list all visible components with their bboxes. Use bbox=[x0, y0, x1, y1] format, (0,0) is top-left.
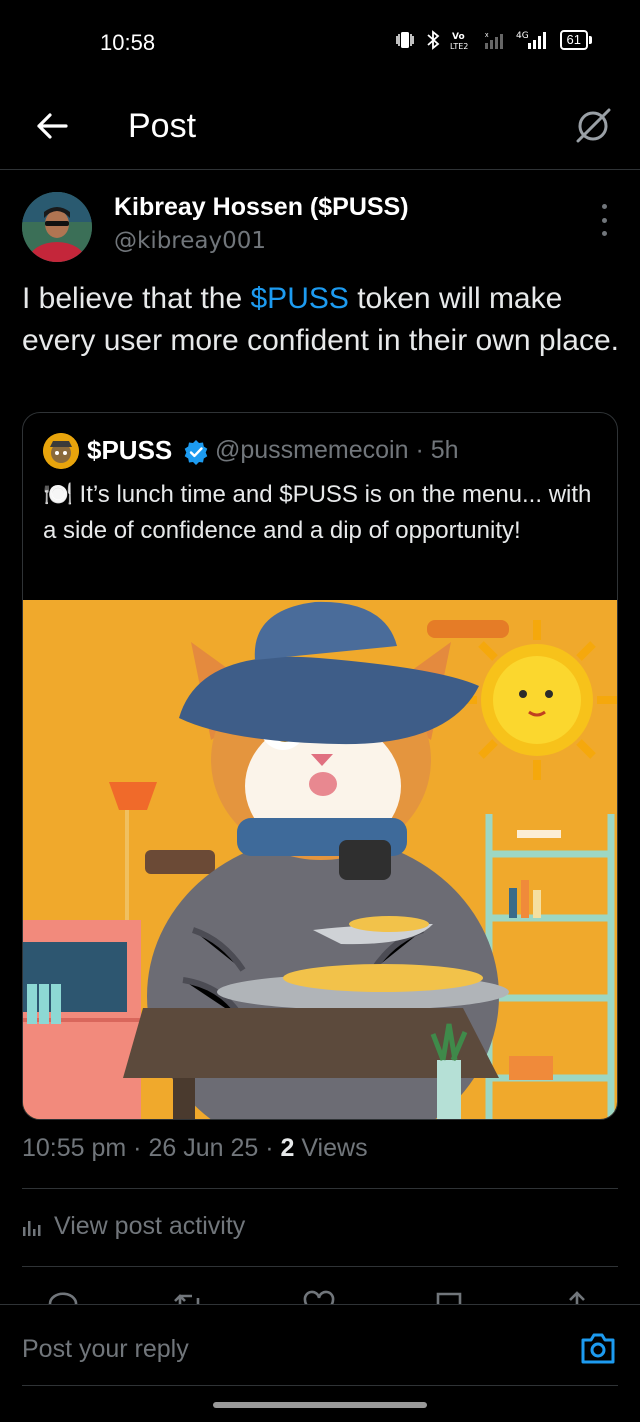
status-icons: Vo LTE2 x 4G 61 bbox=[394, 30, 592, 50]
page-title: Post bbox=[128, 107, 197, 145]
back-arrow-icon bbox=[37, 113, 68, 139]
repost-icon bbox=[174, 1294, 200, 1304]
timestamp-text: 10:55 pm · 26 Jun 25 · bbox=[22, 1134, 281, 1162]
more-options-button[interactable] bbox=[594, 204, 614, 236]
post-text: I believe that the $PUSS token will make… bbox=[22, 278, 622, 362]
bluetooth-icon bbox=[426, 30, 440, 50]
camera-button[interactable] bbox=[580, 1331, 616, 1365]
author-avatar-image bbox=[22, 192, 92, 262]
status-time: 10:58 bbox=[100, 30, 156, 55]
verified-badge-icon bbox=[183, 439, 209, 465]
grok-button[interactable] bbox=[568, 100, 618, 150]
views-count: 2 bbox=[280, 1134, 295, 1162]
share-button[interactable] bbox=[560, 1290, 594, 1304]
bookmark-icon bbox=[436, 1292, 462, 1304]
divider bbox=[22, 1188, 618, 1189]
post-actions bbox=[0, 1290, 640, 1304]
divider bbox=[22, 1266, 618, 1267]
quoted-avatar bbox=[43, 433, 79, 469]
divider bbox=[22, 1385, 618, 1386]
svg-text:x: x bbox=[485, 32, 489, 39]
more-dot-icon bbox=[601, 231, 607, 236]
author-handle[interactable]: @kibreay001 bbox=[114, 228, 266, 254]
view-post-activity-button[interactable]: View post activity bbox=[22, 1212, 245, 1241]
more-dot-icon bbox=[601, 204, 607, 209]
quoted-handle-time: @pussmemecoin · 5h bbox=[215, 436, 459, 464]
battery-level: 61 bbox=[559, 30, 588, 50]
avatar[interactable] bbox=[22, 192, 92, 262]
quoted-text: 🍽️ It’s lunch time and $PUSS is on the m… bbox=[43, 481, 592, 544]
cashtag-link[interactable]: $PUSS bbox=[251, 282, 349, 315]
signal-4g-icon: 4G bbox=[516, 30, 550, 50]
post-timestamp: 10:55 pm · 26 Jun 25 · 2 Views bbox=[22, 1134, 368, 1163]
reply-icon bbox=[48, 1292, 78, 1304]
view-post-activity-label: View post activity bbox=[54, 1212, 246, 1240]
back-button[interactable] bbox=[30, 104, 74, 148]
svg-text:LTE2: LTE2 bbox=[450, 42, 468, 50]
grok-icon bbox=[576, 108, 611, 143]
volte-icon: Vo LTE2 bbox=[450, 30, 474, 50]
quoted-post[interactable]: $PUSS @pussmemecoin · 5h 🍽️ It’s lunch t… bbox=[22, 412, 618, 1120]
like-button[interactable] bbox=[302, 1290, 336, 1304]
analytics-icon bbox=[23, 1220, 41, 1236]
top-app-bar: Post bbox=[0, 86, 640, 170]
camera-icon bbox=[581, 1333, 615, 1364]
vibrate-icon bbox=[394, 31, 416, 49]
reply-bar: Post your reply bbox=[0, 1304, 640, 1390]
reply-button[interactable] bbox=[46, 1290, 80, 1304]
post-text-before: I believe that the bbox=[22, 282, 251, 315]
cat-illustration bbox=[23, 600, 617, 1119]
puss-logo-icon bbox=[43, 433, 79, 469]
quoted-author-name: $PUSS bbox=[87, 435, 173, 465]
share-icon bbox=[569, 1291, 585, 1304]
sun-icon bbox=[457, 620, 617, 780]
home-indicator[interactable] bbox=[213, 1402, 427, 1408]
svg-text:4G: 4G bbox=[516, 31, 529, 41]
battery-icon: 61 bbox=[559, 30, 592, 50]
more-dot-icon bbox=[601, 217, 607, 223]
reply-input[interactable]: Post your reply bbox=[22, 1335, 189, 1364]
heart-icon bbox=[303, 1290, 335, 1304]
status-bar: 10:58 Vo LTE2 x 4G 61 bbox=[0, 0, 640, 86]
bookmark-button[interactable] bbox=[432, 1290, 466, 1304]
quoted-media-image[interactable] bbox=[23, 600, 617, 1119]
repost-button[interactable] bbox=[172, 1290, 206, 1304]
author-name[interactable]: Kibreay Hossen ($PUSS) bbox=[114, 193, 409, 222]
signal-icon: x bbox=[484, 31, 506, 49]
svg-text:Vo: Vo bbox=[452, 32, 465, 42]
views-label: Views bbox=[294, 1134, 368, 1162]
